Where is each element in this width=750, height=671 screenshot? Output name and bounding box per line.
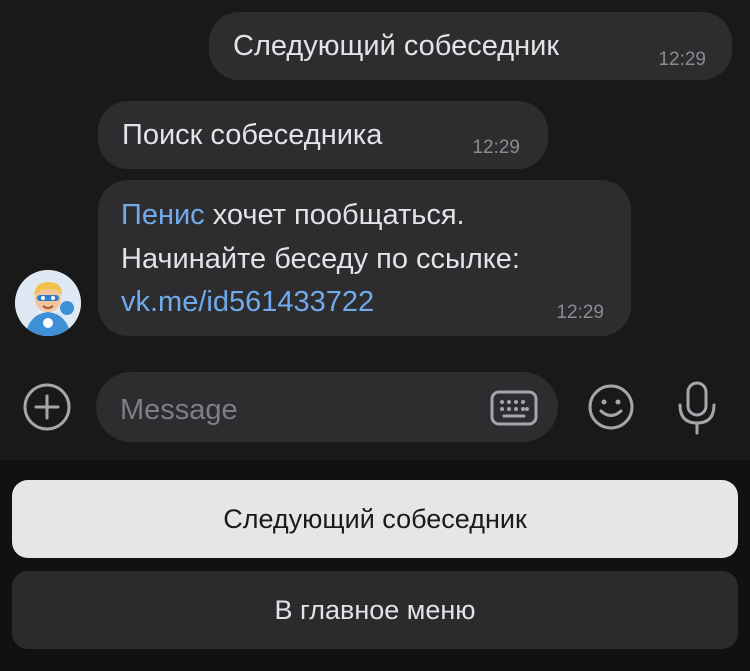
- message-time: 12:29: [472, 137, 520, 158]
- chat-area: Следующий собеседник 12:29 Поиск собесед…: [0, 0, 750, 460]
- main-menu-button[interactable]: В главное меню: [12, 571, 738, 649]
- message-time: 12:29: [658, 49, 706, 70]
- message-line: vk.me/id561433722: [121, 286, 374, 319]
- message-input-placeholder: Message: [120, 394, 238, 426]
- message-line: Пенис хочет пообщаться.: [121, 199, 465, 232]
- plus-circle-icon: [23, 383, 71, 431]
- outgoing-message-bubble[interactable]: Следующий собеседник 12:29: [209, 12, 732, 80]
- incoming-message-bubble[interactable]: Пенис хочет пообщаться. Начинайте беседу…: [98, 180, 631, 336]
- message-text: Поиск собеседника: [122, 119, 383, 151]
- next-interlocutor-button[interactable]: Следующий собеседник: [12, 480, 738, 558]
- keyboard-icon: [490, 390, 538, 426]
- emoji-button[interactable]: [586, 382, 636, 432]
- smile-icon: [588, 384, 634, 430]
- message-composer: Message: [0, 366, 750, 456]
- microphone-icon: [678, 381, 716, 435]
- incoming-message-bubble[interactable]: Поиск собеседника 12:29: [98, 101, 548, 169]
- message-text: хочет пообщаться.: [204, 199, 465, 231]
- message-time: 12:29: [556, 302, 604, 323]
- user-mention-link[interactable]: Пенис: [121, 199, 205, 231]
- superhero-avatar-icon: [15, 270, 81, 336]
- message-line: Начинайте беседу по ссылке:: [121, 243, 520, 275]
- voice-message-button[interactable]: [673, 379, 721, 437]
- attach-button[interactable]: [22, 382, 72, 432]
- message-text: Следующий собеседник: [233, 30, 560, 62]
- message-input[interactable]: Message: [96, 372, 558, 442]
- profile-link[interactable]: vk.me/id561433722: [121, 286, 374, 318]
- bot-avatar[interactable]: [15, 270, 81, 336]
- bot-keyboard: Следующий собеседник В главное меню: [0, 460, 750, 671]
- bot-keyboard-toggle[interactable]: [490, 390, 538, 426]
